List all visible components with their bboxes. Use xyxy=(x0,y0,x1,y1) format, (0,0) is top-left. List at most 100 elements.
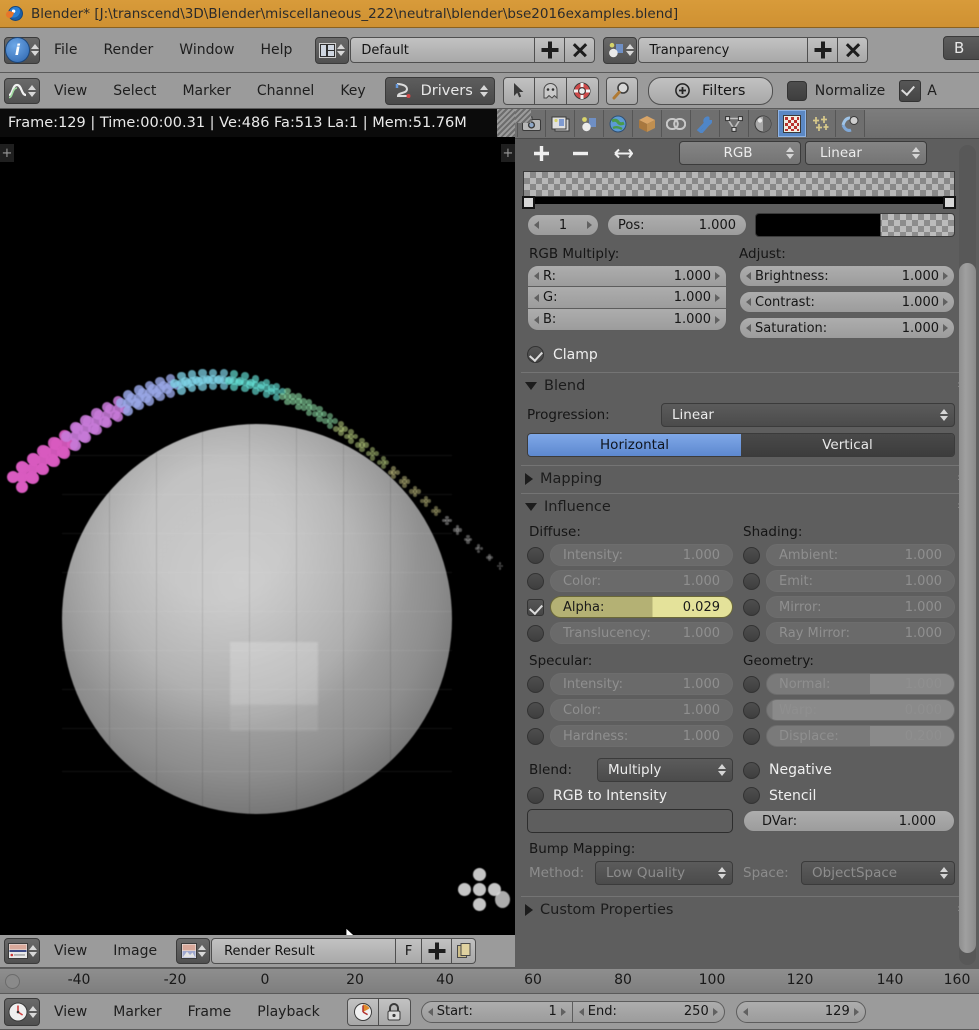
image-editor-canvas[interactable]: + + xyxy=(0,137,515,935)
menu-file[interactable]: File xyxy=(41,42,90,58)
increment-arrow-icon[interactable] xyxy=(712,1007,718,1016)
influence-row[interactable]: Warp: 0.000 xyxy=(743,699,955,721)
influence-color-swatch[interactable] xyxy=(527,809,733,833)
region-toggle-left[interactable]: + xyxy=(0,144,14,162)
editor-type-button-info[interactable]: i xyxy=(4,36,40,64)
geometry-normal-field[interactable]: Normal: 1.000 xyxy=(766,673,955,695)
increment-arrow-icon[interactable] xyxy=(853,1007,859,1016)
menu-frame[interactable]: Frame xyxy=(175,1004,245,1020)
drivers-mode-selector[interactable]: Drivers xyxy=(384,76,495,105)
shading-ray-mirror-field[interactable]: Ray Mirror: 1.000 xyxy=(766,622,955,644)
panel-header-mapping[interactable]: Mapping :::: xyxy=(521,465,973,491)
influence-row[interactable]: Translucency: 1.000 xyxy=(527,622,733,644)
influence-row[interactable]: Color: 1.000 xyxy=(527,699,733,721)
negative-row[interactable]: Negative xyxy=(743,761,955,779)
screen-layout-value[interactable]: Default xyxy=(350,37,536,63)
image-editor-ruler[interactable]: -40 -20 0 20 40 60 80 100 120 140 160 xyxy=(0,968,979,994)
shading-ambient-field[interactable]: Ambient: 1.000 xyxy=(766,544,955,566)
image-datablock-selector[interactable]: Render Result F xyxy=(176,936,477,966)
properties-scrollbar[interactable] xyxy=(959,145,976,965)
influence-row[interactable]: Color: 1.000 xyxy=(527,570,733,592)
influence-row[interactable]: Intensity: 1.000 xyxy=(527,673,733,695)
panel-header-custom-properties[interactable]: Custom Properties :::: xyxy=(521,896,973,922)
clamp-row[interactable]: Clamp xyxy=(521,346,973,363)
ramp-stop-position[interactable]: Pos: 1.000 xyxy=(607,214,747,236)
normalize-checkbox[interactable] xyxy=(786,80,807,101)
menu-help[interactable]: Help xyxy=(247,42,305,58)
ramp-stop-left[interactable] xyxy=(522,196,535,209)
increment-arrow-icon[interactable] xyxy=(715,272,720,280)
diffuse-intensity-toggle[interactable] xyxy=(527,546,544,564)
shading-ambient-toggle[interactable] xyxy=(743,546,760,564)
diffuse-translucency-field[interactable]: Translucency: 1.000 xyxy=(550,622,733,644)
decrement-arrow-icon[interactable] xyxy=(534,272,539,280)
tab-render-layers[interactable] xyxy=(546,110,575,137)
filters-button[interactable]: Filters xyxy=(647,76,773,105)
negative-toggle[interactable] xyxy=(743,761,760,779)
flip-arrows-icon[interactable] xyxy=(611,146,633,161)
influence-row[interactable]: Ray Mirror: 1.000 xyxy=(743,622,955,644)
auto-normalize-toggle[interactable]: A xyxy=(899,79,937,102)
tab-world[interactable] xyxy=(604,110,633,137)
influence-row[interactable]: Normal: 1.000 xyxy=(743,673,955,695)
ruler-handle[interactable] xyxy=(5,974,20,989)
auto-keyframe-button[interactable] xyxy=(346,997,379,1026)
diffuse-color-toggle[interactable] xyxy=(527,572,544,590)
specular-color-field[interactable]: Color: 1.000 xyxy=(550,699,733,721)
screen-layout-icon[interactable] xyxy=(315,36,350,64)
decrement-arrow-icon[interactable] xyxy=(534,221,539,229)
specular-hardness-field[interactable]: Hardness: 1.000 xyxy=(550,725,733,747)
color-ramp-gradient[interactable] xyxy=(523,171,955,197)
lock-icon[interactable] xyxy=(378,997,411,1026)
geometry-warp-toggle[interactable] xyxy=(743,701,760,719)
area-resize-grip[interactable] xyxy=(497,109,515,137)
adjust-saturation[interactable]: Saturation: 1.000 xyxy=(739,317,955,339)
geometry-warp-field[interactable]: Warp: 0.000 xyxy=(766,699,955,721)
panel-header-blend[interactable]: Blend :::: xyxy=(521,372,973,398)
image-datablock-name[interactable]: Render Result xyxy=(211,938,397,964)
ramp-stop-color-swatch[interactable] xyxy=(755,213,955,237)
ramp-interpolation-select[interactable]: Linear xyxy=(805,141,927,165)
image-datablock-icon[interactable] xyxy=(176,938,211,964)
influence-row[interactable]: Ambient: 1.000 xyxy=(743,544,955,566)
rgb-to-intensity-row[interactable]: RGB to Intensity xyxy=(527,787,733,804)
influence-row[interactable]: Hardness: 1.000 xyxy=(527,725,733,747)
adjust-contrast[interactable]: Contrast: 1.000 xyxy=(739,291,955,313)
render-engine-selector-cut[interactable]: B xyxy=(943,36,979,60)
ramp-color-mode-select[interactable]: RGB xyxy=(679,141,801,165)
menu-render[interactable]: Render xyxy=(90,42,166,58)
progression-select[interactable]: Linear xyxy=(661,403,955,427)
specular-intensity-field[interactable]: Intensity: 1.000 xyxy=(550,673,733,695)
clamp-checkbox[interactable] xyxy=(527,346,544,363)
diffuse-alpha-toggle[interactable] xyxy=(527,598,544,616)
editor-type-button-drivers[interactable] xyxy=(4,77,40,104)
plus-icon[interactable] xyxy=(533,145,550,162)
color-ramp-widget[interactable] xyxy=(522,171,956,209)
specular-intensity-toggle[interactable] xyxy=(527,675,544,693)
blend-mode-select[interactable]: Multiply xyxy=(597,758,733,782)
specular-color-toggle[interactable] xyxy=(527,701,544,719)
shading-mirror-toggle[interactable] xyxy=(743,598,760,616)
adjust-brightness[interactable]: Brightness: 1.000 xyxy=(739,265,955,287)
increment-arrow-icon[interactable] xyxy=(587,221,592,229)
auto-normalize-checkbox[interactable] xyxy=(899,79,922,102)
menu-view-image[interactable]: View xyxy=(41,943,100,959)
tab-modifiers[interactable] xyxy=(691,110,720,137)
specular-hardness-toggle[interactable] xyxy=(527,727,544,745)
fake-user-button[interactable]: F xyxy=(396,938,423,964)
influence-row[interactable]: Emit: 1.000 xyxy=(743,570,955,592)
rgb-multiply-g[interactable]: G: 1.000 xyxy=(527,287,727,309)
current-frame-field[interactable]: 129 xyxy=(735,1000,866,1023)
decrement-arrow-icon[interactable] xyxy=(578,1007,584,1016)
geometry-normal-toggle[interactable] xyxy=(743,675,760,693)
menu-channel[interactable]: Channel xyxy=(244,83,327,99)
menu-marker-timeline[interactable]: Marker xyxy=(100,1004,174,1020)
tab-constraints[interactable] xyxy=(662,110,691,137)
region-toggle-right[interactable]: + xyxy=(501,144,515,162)
add-screen-layout-button[interactable] xyxy=(535,37,566,63)
influence-row[interactable]: Mirror: 1.000 xyxy=(743,596,955,618)
scene-name-value[interactable]: Tranparency xyxy=(638,37,809,63)
menu-view-timeline[interactable]: View xyxy=(41,1004,100,1020)
rgb-multiply-b[interactable]: B: 1.000 xyxy=(527,309,727,331)
editor-type-button-image[interactable] xyxy=(4,938,40,964)
